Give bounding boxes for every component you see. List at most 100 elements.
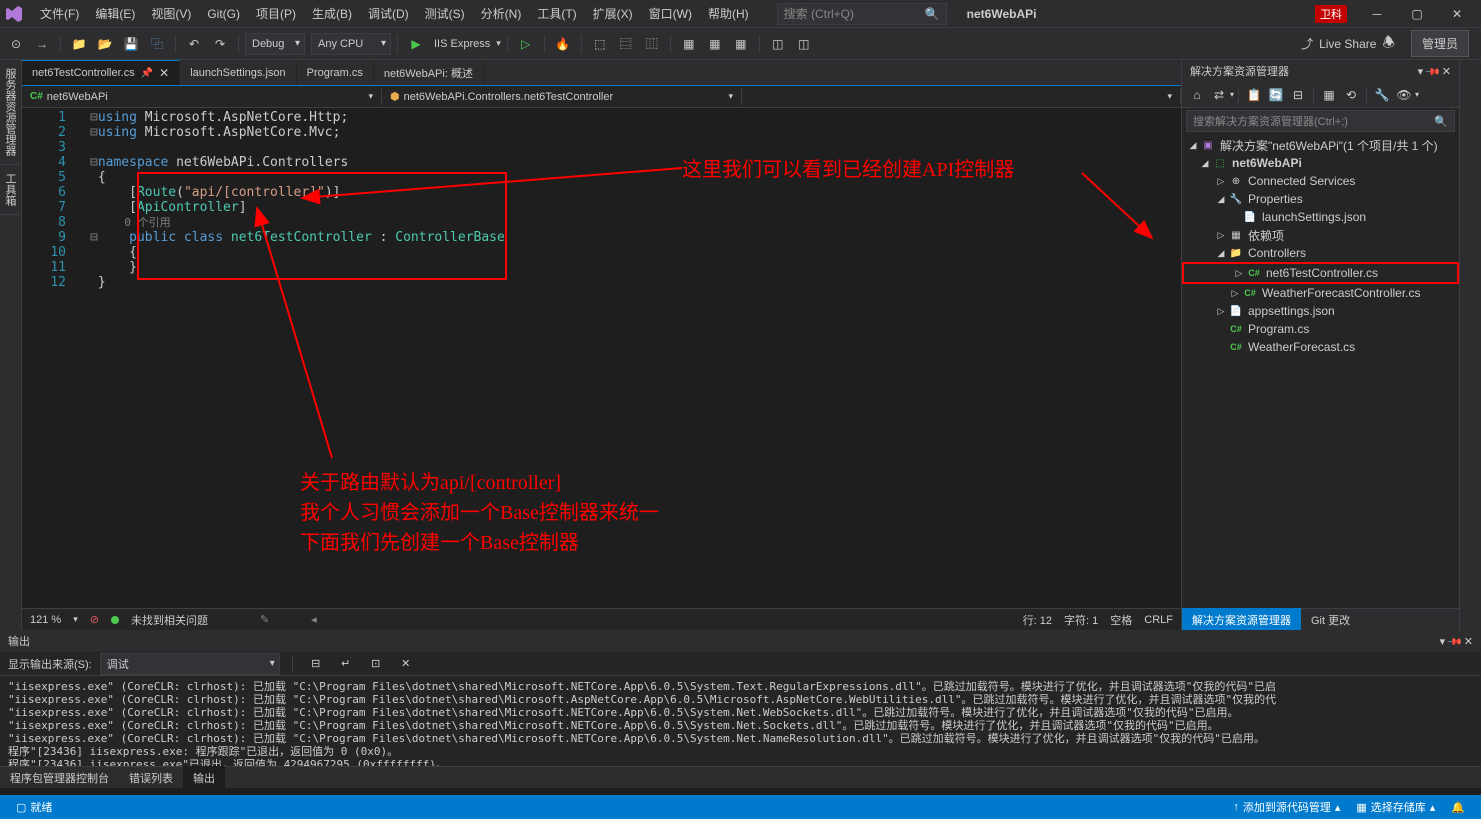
save-button[interactable]: 💾 xyxy=(119,32,143,56)
cursor-line[interactable]: 行: 12 xyxy=(1023,612,1052,628)
expand-arrow-icon[interactable]: ◢ xyxy=(1214,248,1228,259)
code-line[interactable]: ⊟using Microsoft.AspNetCore.Http; xyxy=(82,110,1181,125)
output-clearall-button[interactable]: ✕ xyxy=(395,653,417,675)
panel-pin-icon[interactable]: 📌 xyxy=(1424,64,1441,81)
toolbox-tab[interactable]: 工具箱 xyxy=(0,165,20,215)
sol-collapse-button[interactable]: ⊟ xyxy=(1287,84,1309,106)
tab-pin-icon[interactable]: 📌 xyxy=(141,68,153,79)
issue-count-icon[interactable]: ⊘ xyxy=(90,613,99,626)
output-autoscroll-button[interactable]: ⊡ xyxy=(365,653,387,675)
sol-properties-button[interactable]: 🔧 xyxy=(1371,84,1393,106)
tb-misc4[interactable]: ▦ xyxy=(677,32,701,56)
panel-menu-icon[interactable]: ▾ xyxy=(1440,636,1446,648)
expand-arrow-icon[interactable]: ▷ xyxy=(1214,176,1228,187)
tb-misc2[interactable]: ⿳ xyxy=(614,32,638,56)
output-content[interactable]: "iisexpress.exe" (CoreCLR: clrhost): 已加载… xyxy=(0,676,1481,766)
menu-item[interactable]: 扩展(X) xyxy=(585,3,641,25)
expand-arrow-icon[interactable]: ▷ xyxy=(1214,306,1228,317)
tb-misc6[interactable]: ▦ xyxy=(729,32,753,56)
code-line[interactable]: ⊟using Microsoft.AspNetCore.Mvc; xyxy=(82,125,1181,140)
tree-item[interactable]: ▷C#net6TestController.cs xyxy=(1186,264,1382,282)
sol-preview-button[interactable]: 👁 xyxy=(1393,84,1415,106)
indent-mode[interactable]: 空格 xyxy=(1110,612,1132,628)
run-target-label[interactable]: IIS Express xyxy=(430,38,494,50)
tb-misc8[interactable]: ◫ xyxy=(792,32,816,56)
run-button[interactable]: ▶ xyxy=(404,32,428,56)
menu-item[interactable]: 项目(P) xyxy=(248,3,304,25)
open-button[interactable]: 📂 xyxy=(93,32,117,56)
panel-menu-icon[interactable]: ▾ xyxy=(1418,66,1424,78)
document-tab[interactable]: launchSettings.json xyxy=(180,60,296,85)
menu-item[interactable]: 分析(N) xyxy=(473,3,530,25)
document-tab[interactable]: net6WebAPi: 概述 xyxy=(374,60,484,85)
zoom-level[interactable]: 121 % xyxy=(30,614,61,626)
tree-item[interactable]: ▷▦依赖项 xyxy=(1182,226,1459,244)
document-tab[interactable]: net6TestController.cs 📌 ✕ xyxy=(22,60,180,85)
redo-button[interactable]: ↷ xyxy=(208,32,232,56)
hot-reload-button[interactable]: 🔥 xyxy=(551,32,575,56)
sol-refresh-button[interactable]: ⟲ xyxy=(1340,84,1362,106)
maximize-button[interactable]: ▢ xyxy=(1397,0,1437,28)
breadcrumb-project[interactable]: C# net6WebAPi xyxy=(22,89,382,105)
sol-search-input[interactable]: 搜索解决方案资源管理器(Ctrl+;) 🔍 xyxy=(1186,110,1455,132)
tree-item[interactable]: ◢📁Controllers xyxy=(1182,244,1459,262)
menu-item[interactable]: 工具(T) xyxy=(529,3,584,25)
tree-item[interactable]: ▷📄appsettings.json xyxy=(1182,302,1459,320)
output-wordwrap-button[interactable]: ↵ xyxy=(335,653,357,675)
admin-button[interactable]: 管理员 xyxy=(1411,30,1469,57)
expand-arrow-icon[interactable]: ▷ xyxy=(1232,268,1246,279)
code-line[interactable] xyxy=(82,290,1181,305)
menu-item[interactable]: 生成(B) xyxy=(304,3,360,25)
live-share[interactable]: ⤴ Live Share 🕭 管理员 xyxy=(1293,30,1477,57)
menu-item[interactable]: 窗口(W) xyxy=(641,3,700,25)
platform-dropdown[interactable]: Any CPU xyxy=(311,33,391,55)
tree-item[interactable]: ▷⊕Connected Services xyxy=(1182,172,1459,190)
menu-item[interactable]: 测试(S) xyxy=(417,3,473,25)
tree-item[interactable]: 📄launchSettings.json xyxy=(1182,208,1459,226)
issues-label[interactable]: 未找到相关问题 xyxy=(131,612,208,628)
menu-item[interactable]: 视图(V) xyxy=(143,3,199,25)
nav-fwd-button[interactable]: → xyxy=(30,32,54,56)
undo-button[interactable]: ↶ xyxy=(182,32,206,56)
cursor-char[interactable]: 字符: 1 xyxy=(1064,612,1098,628)
nav-back-button[interactable]: ⊙ xyxy=(4,32,28,56)
tree-item[interactable]: ▷C#WeatherForecastController.cs xyxy=(1182,284,1459,302)
output-tab-pkgmgr[interactable]: 程序包管理器控制台 xyxy=(0,766,119,790)
sol-tab-explorer[interactable]: 解决方案资源管理器 xyxy=(1182,608,1301,632)
tree-project[interactable]: ◢ ⬚ net6WebAPi xyxy=(1182,154,1459,172)
tree-solution-root[interactable]: ◢ ▣ 解决方案"net6WebAPi"(1 个项目/共 1 个) xyxy=(1182,136,1459,154)
code-line[interactable] xyxy=(82,140,1181,155)
output-source-dropdown[interactable]: 调试 xyxy=(100,653,280,675)
tree-item[interactable]: C#Program.cs xyxy=(1182,320,1459,338)
tb-misc3[interactable]: ⿲ xyxy=(640,32,664,56)
sol-tab-git[interactable]: Git 更改 xyxy=(1301,608,1360,632)
tb-misc5[interactable]: ▦ xyxy=(703,32,727,56)
menu-item[interactable]: Git(G) xyxy=(199,3,248,25)
output-tab-output[interactable]: 输出 xyxy=(183,766,225,790)
search-icon[interactable]: 🔍 xyxy=(925,7,940,21)
status-source-control[interactable]: ↑ 添加到源代码管理 ▴ xyxy=(1225,799,1348,815)
sol-sync-button[interactable]: 🔄 xyxy=(1265,84,1287,106)
breadcrumb-class[interactable]: ⬢ net6WebAPi.Controllers.net6TestControl… xyxy=(382,88,742,105)
expand-arrow-icon[interactable]: ▷ xyxy=(1228,288,1242,299)
breadcrumb-member[interactable] xyxy=(742,89,1181,104)
tab-close-icon[interactable]: ✕ xyxy=(159,66,169,80)
menu-item[interactable]: 帮助(H) xyxy=(700,3,757,25)
panel-close-icon[interactable]: ✕ xyxy=(1464,636,1473,648)
config-dropdown[interactable]: Debug xyxy=(245,33,305,55)
expand-arrow-icon[interactable]: ◢ xyxy=(1214,194,1228,205)
close-button[interactable]: ✕ xyxy=(1437,0,1477,28)
menu-item[interactable]: 编辑(E) xyxy=(87,3,143,25)
tb-misc1[interactable]: ⬚ xyxy=(588,32,612,56)
new-project-button[interactable]: 📁 xyxy=(67,32,91,56)
menu-item[interactable]: 文件(F) xyxy=(32,3,87,25)
tb-misc7[interactable]: ◫ xyxy=(766,32,790,56)
code-editor[interactable]: 123456789101112 ⊟using Microsoft.AspNetC… xyxy=(22,108,1181,608)
save-all-button[interactable]: ⿻ xyxy=(145,32,169,56)
status-repo-select[interactable]: ▦ 选择存储库 ▴ xyxy=(1348,799,1443,815)
minimize-button[interactable]: ─ xyxy=(1357,0,1397,28)
global-search-input[interactable]: 搜索 (Ctrl+Q) 🔍 xyxy=(777,3,947,25)
output-clear-button[interactable]: ⊟ xyxy=(305,653,327,675)
sol-showall-button[interactable]: ▦ xyxy=(1318,84,1340,106)
code-line[interactable]: ⊟namespace net6WebAPi.Controllers xyxy=(82,155,1181,170)
